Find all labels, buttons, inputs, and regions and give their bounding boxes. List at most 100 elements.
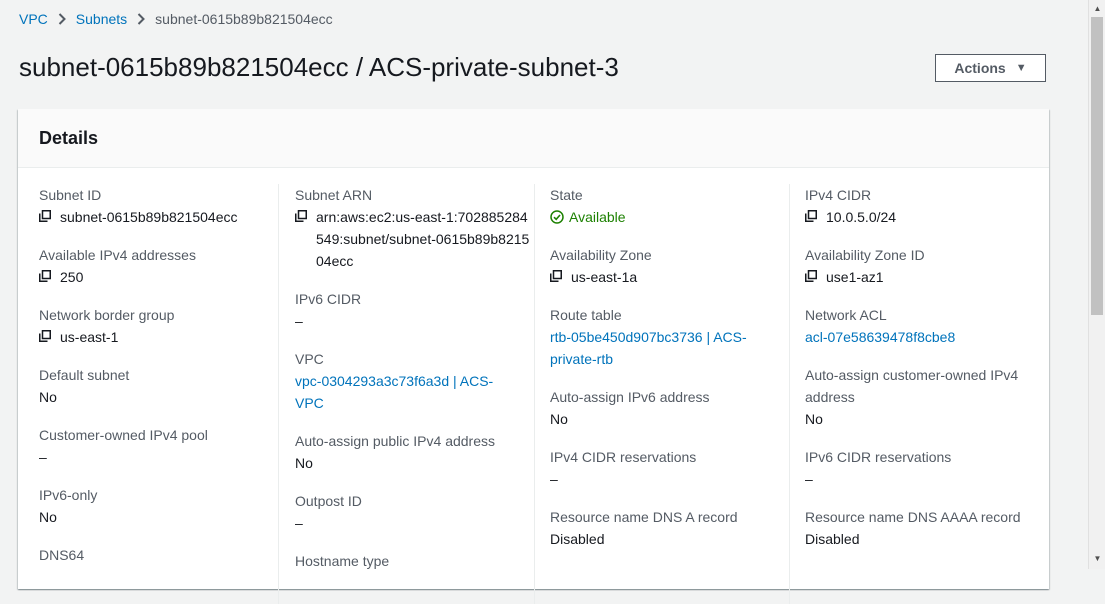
auto-assign-ipv6-value: No: [550, 411, 568, 427]
field-dns64: DNS64: [39, 544, 275, 566]
actions-label: Actions: [954, 60, 1006, 76]
field-label: Subnet ARN: [295, 187, 373, 203]
field-auto-assign-customer-owned-ipv4: Auto-assign customer-owned IPv4 address …: [805, 364, 1041, 430]
auto-assign-customer-owned-ipv4-value: No: [805, 411, 823, 427]
page-title: subnet-0615b89b821504ecc / ACS-private-s…: [19, 52, 619, 82]
field-ipv4-cidr: IPv4 CIDR 10.0.5.0/24: [805, 184, 1041, 228]
field-label: IPv4 CIDR: [805, 187, 872, 203]
ipv6-only-value: No: [39, 509, 57, 525]
availability-zone-value: us-east-1a: [571, 269, 638, 285]
field-label: Customer-owned IPv4 pool: [39, 427, 208, 443]
field-label: Resource name DNS AAAA record: [805, 509, 1021, 525]
outpost-id-value: –: [295, 515, 303, 531]
copy-icon[interactable]: [805, 210, 817, 222]
field-ipv4-cidr-reservations: IPv4 CIDR reservations –: [550, 446, 786, 490]
field-label: Available IPv4 addresses: [39, 247, 196, 263]
breadcrumb: VPC Subnets subnet-0615b89b821504ecc: [19, 10, 333, 28]
field-vpc: VPC vpc-0304293a3c73f6a3d | ACS-VPC: [295, 348, 531, 414]
field-value: subnet-0615b89b821504ecc: [39, 206, 275, 228]
copy-icon[interactable]: [39, 210, 51, 222]
field-label: Subnet ID: [39, 187, 102, 203]
field-dns-aaaa-record: Resource name DNS AAAA record Disabled: [805, 506, 1041, 550]
details-header: Details: [18, 109, 1049, 168]
field-value: 250: [39, 266, 275, 288]
auto-assign-public-ipv4-value: No: [295, 455, 313, 471]
field-label: Resource name DNS A record: [550, 509, 738, 525]
field-value: us-east-1a: [550, 266, 786, 288]
ipv4-cidr-reservations-value: –: [550, 471, 558, 487]
field-availability-zone: Availability Zone us-east-1a: [550, 244, 786, 288]
field-ipv6-only: IPv6-only No: [39, 484, 275, 528]
field-label: Network ACL: [805, 307, 887, 323]
column-divider: [534, 184, 535, 604]
field-label: VPC: [295, 351, 324, 367]
available-ipv4-value: 250: [60, 269, 84, 285]
copy-icon[interactable]: [39, 330, 51, 342]
vpc-link[interactable]: vpc-0304293a3c73f6a3d | ACS-VPC: [295, 370, 505, 414]
ipv6-cidr-reservations-value: –: [805, 471, 813, 487]
field-label: Auto-assign public IPv4 address: [295, 433, 495, 449]
copy-icon[interactable]: [39, 270, 51, 282]
field-label: Outpost ID: [295, 493, 362, 509]
field-value: Available: [550, 206, 786, 228]
field-label: IPv6 CIDR reservations: [805, 449, 952, 465]
column-divider: [278, 184, 279, 604]
field-subnet-id: Subnet ID subnet-0615b89b821504ecc: [39, 184, 275, 228]
column-divider: [789, 184, 790, 604]
field-ipv6-cidr: IPv6 CIDR –: [295, 288, 531, 332]
dns-a-record-value: Disabled: [550, 531, 605, 547]
field-value: us-east-1: [39, 326, 275, 348]
route-table-link[interactable]: rtb-05be450d907bc3736 | ACS-private-rtb: [550, 326, 770, 370]
default-subnet-value: No: [39, 389, 57, 405]
copy-icon[interactable]: [805, 270, 817, 282]
dns-aaaa-record-value: Disabled: [805, 531, 860, 547]
field-dns-a-record: Resource name DNS A record Disabled: [550, 506, 786, 550]
details-title: Details: [39, 127, 99, 148]
field-customer-owned-ipv4-pool: Customer-owned IPv4 pool –: [39, 424, 275, 468]
field-label: IPv4 CIDR reservations: [550, 449, 697, 465]
field-subnet-arn: Subnet ARN arn:aws:ec2:us-east-1:7028852…: [295, 184, 531, 272]
state-value: Available: [569, 209, 626, 225]
field-network-border-group: Network border group us-east-1: [39, 304, 275, 348]
field-availability-zone-id: Availability Zone ID use1-az1: [805, 244, 1041, 288]
customer-owned-ipv4-pool-value: –: [39, 449, 47, 465]
field-label: Availability Zone ID: [805, 247, 925, 263]
field-label: IPv6 CIDR: [295, 291, 362, 307]
scrollbar-thumb[interactable]: [1091, 17, 1103, 315]
actions-button[interactable]: Actions ▼: [935, 54, 1046, 82]
field-label: IPv6-only: [39, 487, 98, 503]
breadcrumb-link-subnets[interactable]: Subnets: [76, 11, 127, 27]
field-value: arn:aws:ec2:us-east-1:702885284549:subne…: [295, 206, 531, 272]
field-label: Availability Zone: [550, 247, 652, 263]
field-value: 10.0.5.0/24: [805, 206, 1041, 228]
network-acl-link[interactable]: acl-07e58639478f8cbe8: [805, 326, 1041, 348]
chevron-right-icon: [137, 13, 146, 25]
field-auto-assign-public-ipv4: Auto-assign public IPv4 address No: [295, 430, 531, 474]
field-state: State Available: [550, 184, 786, 228]
availability-zone-id-value: use1-az1: [826, 269, 884, 285]
copy-icon[interactable]: [550, 270, 562, 282]
field-value: use1-az1: [805, 266, 1041, 288]
ipv6-cidr-value: –: [295, 313, 303, 329]
field-label: Default subnet: [39, 367, 130, 383]
field-label: State: [550, 187, 583, 203]
field-route-table: Route table rtb-05be450d907bc3736 | ACS-…: [550, 304, 786, 370]
field-default-subnet: Default subnet No: [39, 364, 275, 408]
caret-down-icon: ▼: [1015, 62, 1027, 74]
copy-icon[interactable]: [295, 210, 307, 222]
field-label: Auto-assign IPv6 address: [550, 389, 710, 405]
scroll-up-arrow-icon[interactable]: ▲: [1089, 3, 1105, 15]
chevron-right-icon: [58, 13, 66, 25]
breadcrumb-current: subnet-0615b89b821504ecc: [155, 11, 333, 27]
scroll-down-arrow-icon[interactable]: ▼: [1089, 553, 1105, 565]
subnet-id-value: subnet-0615b89b821504ecc: [60, 209, 238, 225]
field-label: DNS64: [39, 547, 85, 563]
subnet-arn-value: arn:aws:ec2:us-east-1:702885284549:subne…: [316, 209, 530, 269]
field-label: Network border group: [39, 307, 175, 323]
field-available-ipv4: Available IPv4 addresses 250: [39, 244, 275, 288]
network-border-group-value: us-east-1: [60, 329, 119, 345]
breadcrumb-link-vpc[interactable]: VPC: [19, 11, 48, 27]
vertical-scrollbar[interactable]: ▲ ▼: [1088, 0, 1105, 569]
field-ipv6-cidr-reservations: IPv6 CIDR reservations –: [805, 446, 1041, 490]
details-panel: Details Subnet ID subnet-0615b89b821504e…: [18, 109, 1049, 604]
